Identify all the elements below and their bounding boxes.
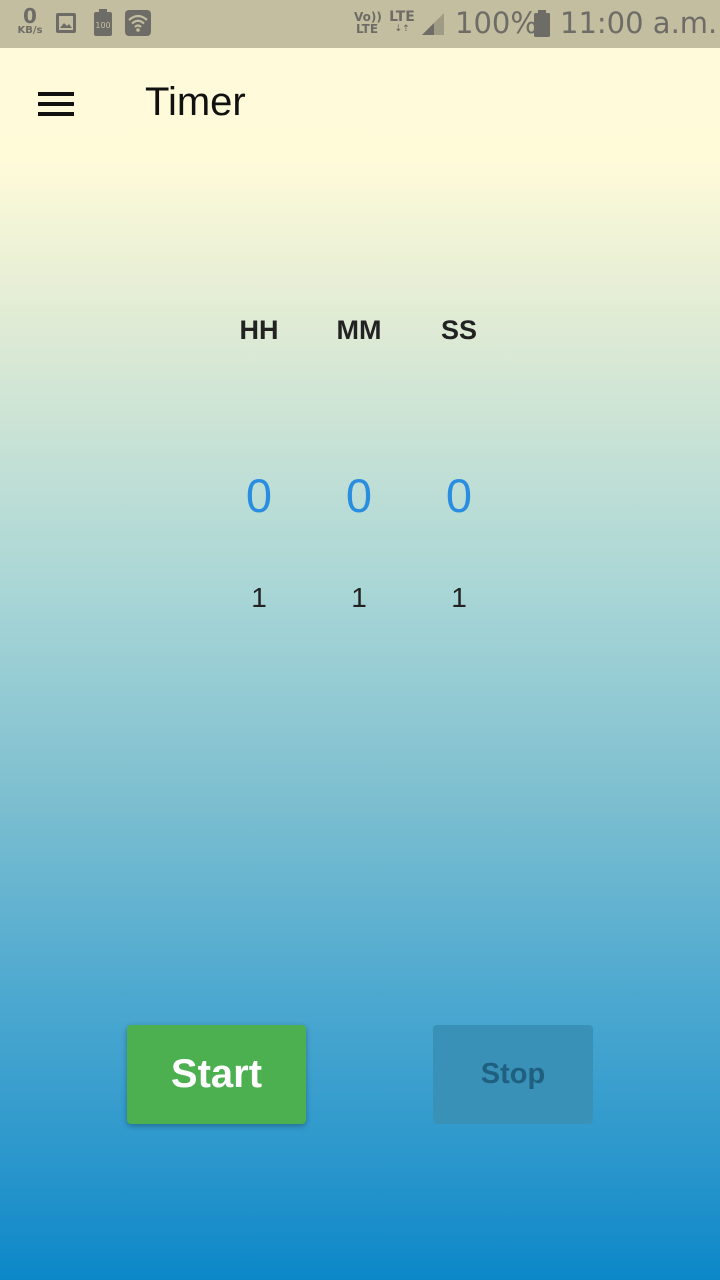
network-speed-value: 0 (23, 4, 37, 28)
signal-icon (422, 13, 444, 35)
battery-saver-icon: 100 (94, 9, 112, 36)
network-speed: 0 KB/s (14, 6, 46, 36)
volte-indicator: Vo)) LTE (354, 11, 382, 36)
image-icon (56, 13, 76, 33)
seconds-header: SS (440, 315, 478, 345)
battery-percent: 100% (455, 6, 538, 40)
lte-arrows-icon: ⇣⇡ (394, 24, 410, 34)
stop-button[interactable]: Stop (433, 1025, 593, 1124)
minutes-picker-selected[interactable]: 0 (309, 468, 409, 523)
hamburger-menu-icon[interactable] (30, 84, 82, 124)
volte-line2: LTE (355, 22, 379, 36)
minutes-header: MM (336, 315, 382, 345)
lte-indicator: LTE ⇣⇡ (389, 10, 415, 34)
status-bar: 0 KB/s 100 Vo)) LTE LTE ⇣⇡ 100% 11:00 a.… (0, 0, 720, 48)
network-speed-unit: KB/s (17, 25, 43, 36)
battery-icon (534, 10, 550, 37)
start-button[interactable]: Start (127, 1025, 306, 1124)
hours-picker-selected[interactable]: 0 (209, 468, 309, 523)
hours-header: HH (239, 315, 279, 345)
menu-bar-middle (38, 102, 74, 106)
lte-label: LTE (389, 9, 415, 25)
minutes-picker-next[interactable]: 1 (309, 582, 409, 614)
menu-bar-top (38, 92, 74, 96)
seconds-picker-selected[interactable]: 0 (409, 468, 509, 523)
menu-bar-bottom (38, 112, 74, 116)
battery-saver-label: 100 (95, 21, 110, 30)
clock: 11:00 a.m. (560, 6, 718, 40)
page-title: Timer (145, 80, 246, 124)
wifi-icon (125, 10, 151, 36)
hours-picker-next[interactable]: 1 (209, 582, 309, 614)
seconds-picker-next[interactable]: 1 (409, 582, 509, 614)
